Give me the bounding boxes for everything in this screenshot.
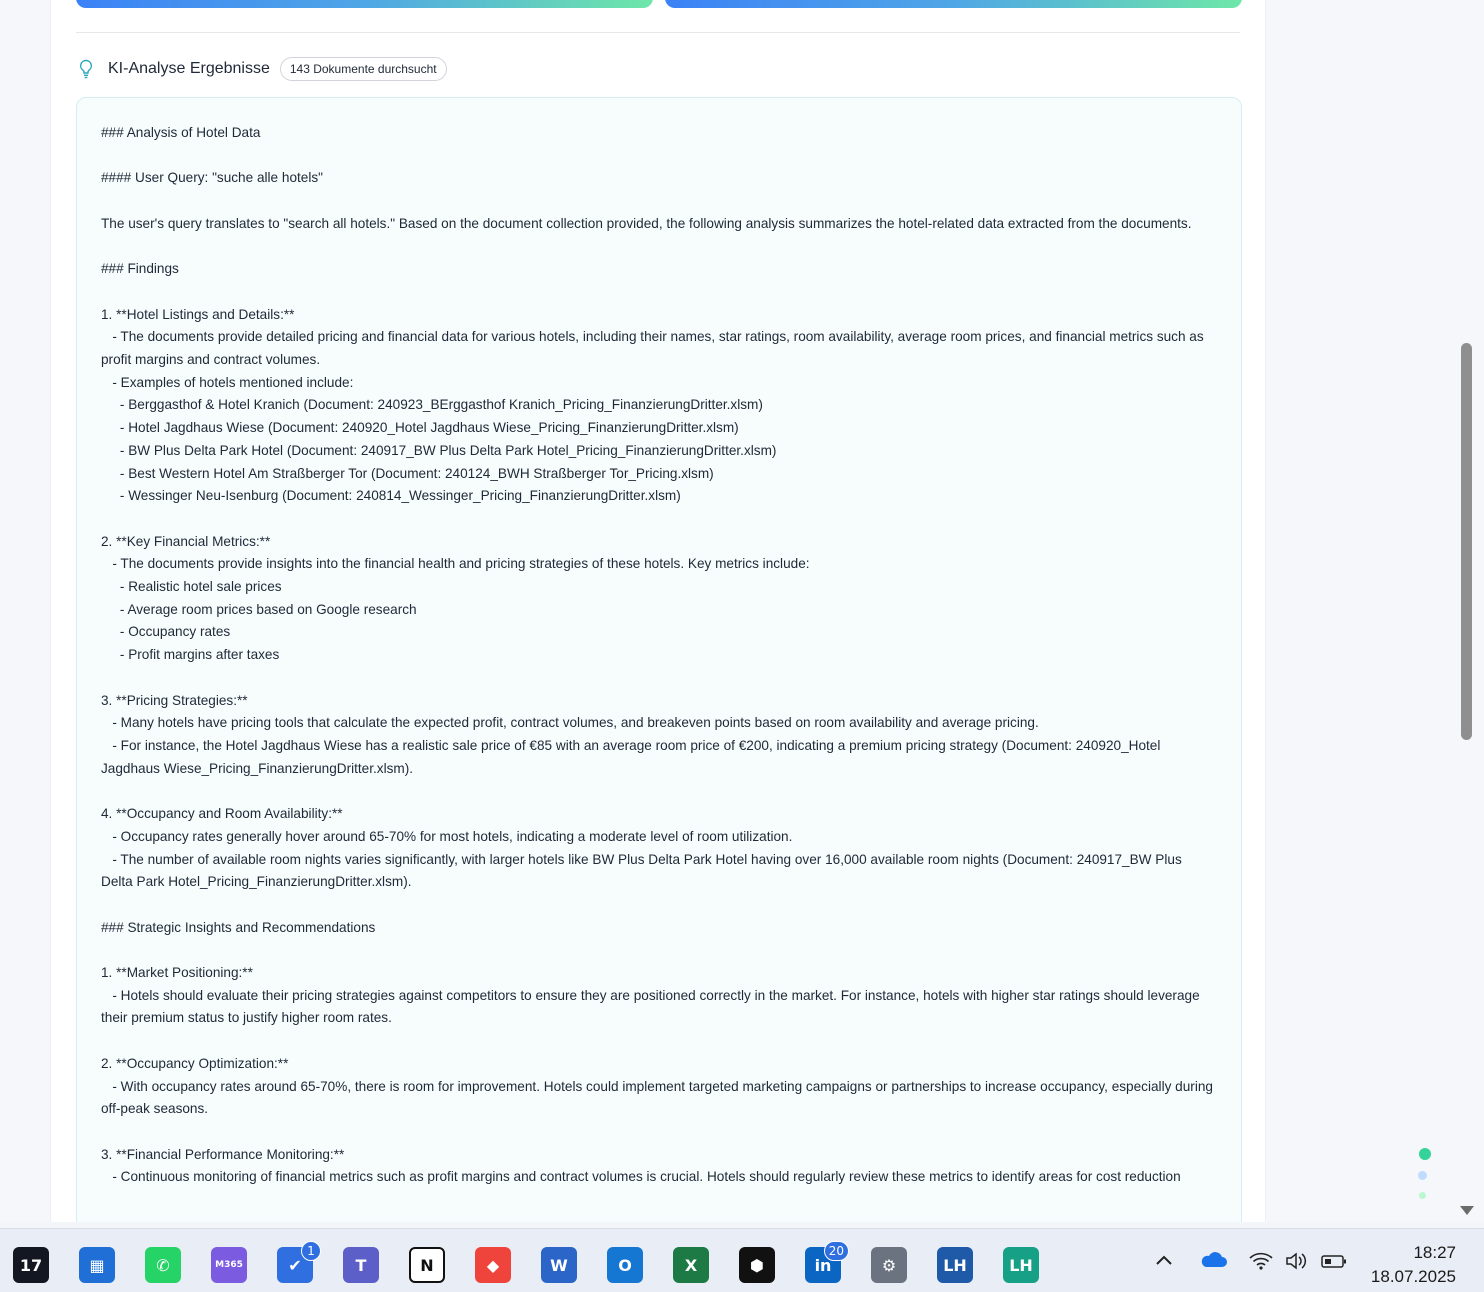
clock-date: 18.07.2025 — [1370, 1267, 1456, 1286]
settings-glyph: ⚙ — [881, 1255, 897, 1275]
outlook-glyph: O — [618, 1255, 632, 1275]
anydesk-icon[interactable]: ◆ — [475, 1247, 511, 1283]
page-scrollbar[interactable] — [1460, 0, 1484, 1222]
todo-glyph: ✔ — [288, 1255, 302, 1275]
system-clock[interactable]: 18:27 18.07.2025 — [1371, 1241, 1456, 1289]
settings-icon[interactable]: ⚙ — [871, 1247, 907, 1283]
linked-helper-2-glyph: LH — [1009, 1255, 1033, 1275]
cube-app-glyph: ⬢ — [750, 1255, 764, 1275]
word-icon[interactable]: W — [541, 1247, 577, 1283]
cube-app-icon[interactable]: ⬢ — [739, 1247, 775, 1283]
word-glyph: W — [550, 1255, 568, 1275]
notification-count-badge: 20 — [823, 1241, 849, 1261]
whatsapp-icon[interactable]: ✆ — [145, 1247, 181, 1283]
status-dot-blue — [1418, 1171, 1427, 1180]
m365-copilot-glyph: M365 — [215, 1260, 243, 1270]
teams-glyph: T — [355, 1255, 367, 1275]
documents-searched-badge: 143 Dokumente durchsucht — [279, 57, 447, 81]
linked-helper-glyph: LH — [943, 1255, 967, 1275]
analysis-result-box: ### Analysis of Hotel Data #### User Que… — [76, 97, 1242, 1222]
scrollbar-thumb[interactable] — [1461, 343, 1472, 740]
status-dot-light-green — [1419, 1192, 1426, 1199]
outlook-icon[interactable]: O — [607, 1247, 643, 1283]
notification-count-badge: 1 — [301, 1241, 321, 1261]
status-dot-green — [1419, 1148, 1431, 1160]
tradingview-icon[interactable]: 17 — [13, 1247, 49, 1283]
action-button-right[interactable] — [665, 0, 1242, 8]
analysis-card: KI-Analyse Ergebnisse 143 Dokumente durc… — [50, 0, 1266, 1222]
section-divider — [76, 32, 1240, 33]
notion-icon[interactable]: N — [409, 1247, 445, 1283]
todo-icon[interactable]: ✔ 1 — [277, 1241, 321, 1283]
analysis-result-text: ### Analysis of Hotel Data #### User Que… — [101, 125, 1213, 1185]
browser-page: KI-Analyse Ergebnisse 143 Dokumente durc… — [0, 0, 1484, 1222]
m365-copilot-icon[interactable]: M365 — [211, 1247, 247, 1283]
scroll-down-arrow-icon[interactable] — [1460, 1206, 1474, 1215]
excel-icon[interactable]: X — [673, 1247, 709, 1283]
windows-taskbar: 17 ▦ ✆ M365 ✔ 1 T N ◆ W O X ⬢ in 20 ⚙ LH LH 18:27 18.07.2… — [0, 1228, 1484, 1292]
battery-icon[interactable] — [1320, 1251, 1348, 1275]
whatsapp-glyph: ✆ — [156, 1255, 170, 1275]
action-button-left[interactable] — [76, 0, 653, 8]
results-title: KI-Analyse Ergebnisse — [108, 60, 270, 77]
tradingview-glyph: 17 — [19, 1255, 43, 1275]
linkedin-icon[interactable]: in 20 — [805, 1241, 849, 1283]
volume-icon[interactable] — [1284, 1251, 1310, 1275]
anydesk-glyph: ◆ — [486, 1255, 500, 1275]
excel-glyph: X — [684, 1255, 698, 1275]
microsoft-store-glyph: ▦ — [89, 1255, 105, 1275]
chevron-up-icon[interactable] — [1154, 1251, 1174, 1272]
linked-helper-2-icon[interactable]: LH — [1003, 1247, 1039, 1283]
clock-time: 18:27 — [1413, 1243, 1456, 1262]
notion-glyph: N — [420, 1255, 434, 1275]
wifi-icon[interactable] — [1248, 1251, 1274, 1275]
microsoft-store-icon[interactable]: ▦ — [79, 1247, 115, 1283]
lightbulb-icon — [78, 58, 94, 80]
teams-icon[interactable]: T — [343, 1247, 379, 1283]
results-header: KI-Analyse Ergebnisse 143 Dokumente durc… — [78, 56, 447, 82]
onedrive-cloud-icon[interactable] — [1199, 1251, 1227, 1273]
linked-helper-icon[interactable]: LH — [937, 1247, 973, 1283]
